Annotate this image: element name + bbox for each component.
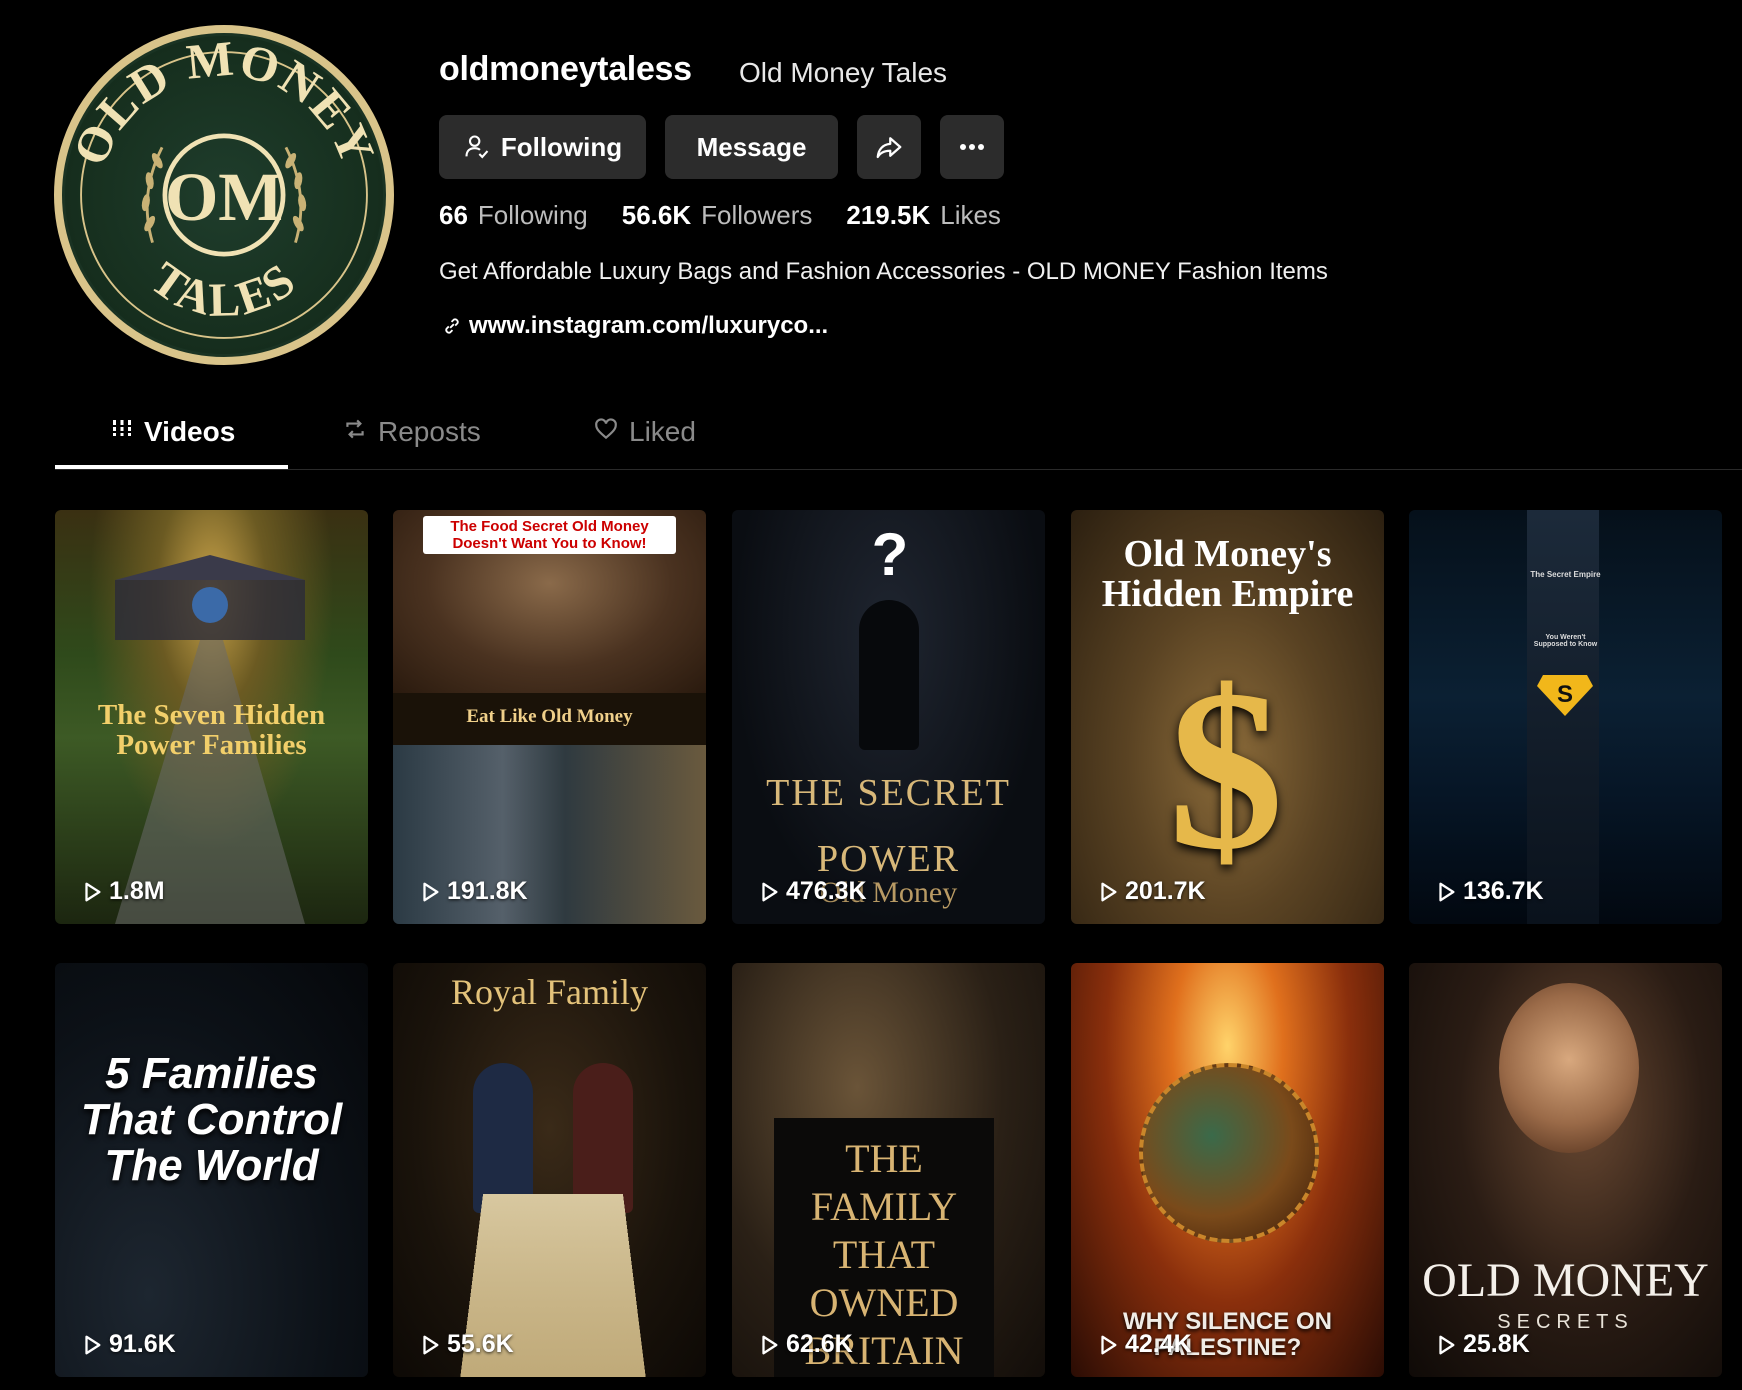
play-icon: [762, 1335, 778, 1354]
video-card[interactable]: Why Silence On Palestine? 42.4K: [1071, 963, 1384, 1377]
video-caption-top: The Food Secret Old Money Doesn't Want Y…: [423, 516, 676, 554]
portrait-face: [1499, 983, 1639, 1153]
svg-text:TALES: TALES: [141, 253, 307, 327]
figure-left: [473, 1063, 533, 1213]
video-card[interactable]: The Family That Owned Britain 62.6K: [732, 963, 1045, 1377]
view-count: 91.6K: [81, 1330, 176, 1359]
video-title: Old Money: [1422, 1254, 1709, 1307]
video-card[interactable]: The Seven Hidden Power Families 1.8M: [55, 510, 368, 924]
play-icon: [1101, 1335, 1117, 1354]
stat-followers[interactable]: 56.6K Followers: [622, 200, 813, 231]
share-arrow-icon: [876, 137, 902, 159]
play-icon: [85, 1335, 101, 1354]
video-card[interactable]: Old Money Secrets 25.8K: [1409, 963, 1722, 1377]
play-icon: [1439, 882, 1455, 901]
old-money-tales-logo-icon: OLD MONEY TALES OM: [62, 33, 386, 339]
svg-text:OM: OM: [165, 159, 283, 235]
video-card[interactable]: The Secret Empire You Weren't Supposed t…: [1409, 510, 1722, 924]
play-icon: [423, 882, 439, 901]
share-button[interactable]: [857, 115, 921, 179]
following-button[interactable]: Following: [439, 115, 646, 179]
active-tab-indicator: [55, 465, 288, 469]
play-icon: [1439, 1335, 1455, 1354]
more-dots-icon: [960, 144, 984, 150]
view-count: 136.7K: [1435, 877, 1544, 906]
dollar-sign-icon: $: [1168, 642, 1284, 897]
grid-bars-icon: [112, 420, 132, 436]
view-count: 191.8K: [419, 877, 528, 906]
figure-right: [573, 1063, 633, 1213]
silhouette-figure: [859, 600, 919, 750]
message-button-label: Message: [696, 131, 807, 162]
tab-liked-label: Liked: [629, 416, 696, 447]
video-card[interactable]: The Food Secret Old Money Doesn't Want Y…: [393, 510, 706, 924]
following-button-label: Following: [500, 131, 623, 162]
question-mark-icon: ?: [871, 521, 909, 588]
svg-text:OLD MONEY: OLD MONEY: [62, 33, 386, 173]
view-count: 25.8K: [1435, 1330, 1530, 1359]
user-check-icon: [465, 135, 489, 159]
video-title: The Secret Empire: [1530, 570, 1601, 579]
display-name: Old Money Tales: [739, 57, 948, 88]
view-count: 55.6K: [419, 1330, 514, 1359]
repost-icon: [346, 419, 364, 439]
profile-link-text: www.instagram.com/luxuryco...: [469, 312, 829, 339]
stat-likes: 219.5K Likes: [846, 200, 1001, 230]
video-subtitle: You Weren't Supposed to Know: [1533, 634, 1598, 648]
play-icon: [762, 882, 778, 901]
profile-page: OLD MONEY TALES OM oldmoneytaless Old Mo…: [0, 0, 1742, 1390]
video-title: 5 Families That Control The World: [80, 1049, 343, 1190]
tab-reposts-label: Reposts: [378, 416, 481, 447]
play-icon: [85, 882, 101, 901]
tab-videos-label: Videos: [144, 416, 236, 447]
view-count: 201.7K: [1097, 877, 1206, 906]
message-button[interactable]: Message: [665, 115, 838, 179]
video-title: The Seven Hidden Power Families: [97, 699, 326, 761]
view-count: 476.3K: [758, 877, 867, 906]
profile-stats: 66 Following 56.6K Followers 219.5K Likes: [439, 200, 1001, 231]
play-icon: [1101, 882, 1117, 901]
username: oldmoneytaless: [439, 50, 692, 88]
video-card[interactable]: 5 Families That Control The World 91.6K: [55, 963, 368, 1377]
superman-shield-icon: S: [1537, 675, 1593, 716]
view-count: 42.4K: [1097, 1330, 1192, 1359]
svg-text:S: S: [1557, 681, 1573, 708]
video-title: The Secret Power: [766, 772, 1011, 880]
stat-following[interactable]: 66 Following: [439, 200, 588, 231]
video-card[interactable]: Old Money's Hidden Empire $ 201.7K: [1071, 510, 1384, 924]
video-title: Royal Family: [451, 972, 648, 1012]
tab-reposts[interactable]: Reposts: [342, 416, 481, 470]
heart-lock-icon: [595, 418, 617, 440]
tab-videos[interactable]: Videos: [110, 416, 235, 470]
profile-avatar[interactable]: OLD MONEY TALES OM: [54, 25, 394, 365]
link-icon: [445, 318, 459, 334]
profile-tabs: Videos Reposts Liked: [55, 404, 1742, 470]
video-title: Eat Like Old Money: [466, 706, 633, 727]
view-count: 1.8M: [81, 877, 165, 906]
view-count: 62.6K: [758, 1330, 853, 1359]
profile-link[interactable]: www.instagram.com/luxuryco...: [441, 312, 828, 340]
video-card[interactable]: Royal Family 55.6K: [393, 963, 706, 1377]
chained-globe-image: [1139, 1063, 1319, 1243]
video-card[interactable]: ? The Secret Power Old Money 476.3K: [732, 510, 1045, 924]
video-title: Old Money's Hidden Empire: [1101, 533, 1354, 615]
play-icon: [423, 1335, 439, 1354]
profile-bio: Get Affordable Luxury Bags and Fashion A…: [439, 258, 1328, 285]
tab-liked[interactable]: Liked: [593, 416, 696, 470]
more-options-button[interactable]: [940, 115, 1004, 179]
